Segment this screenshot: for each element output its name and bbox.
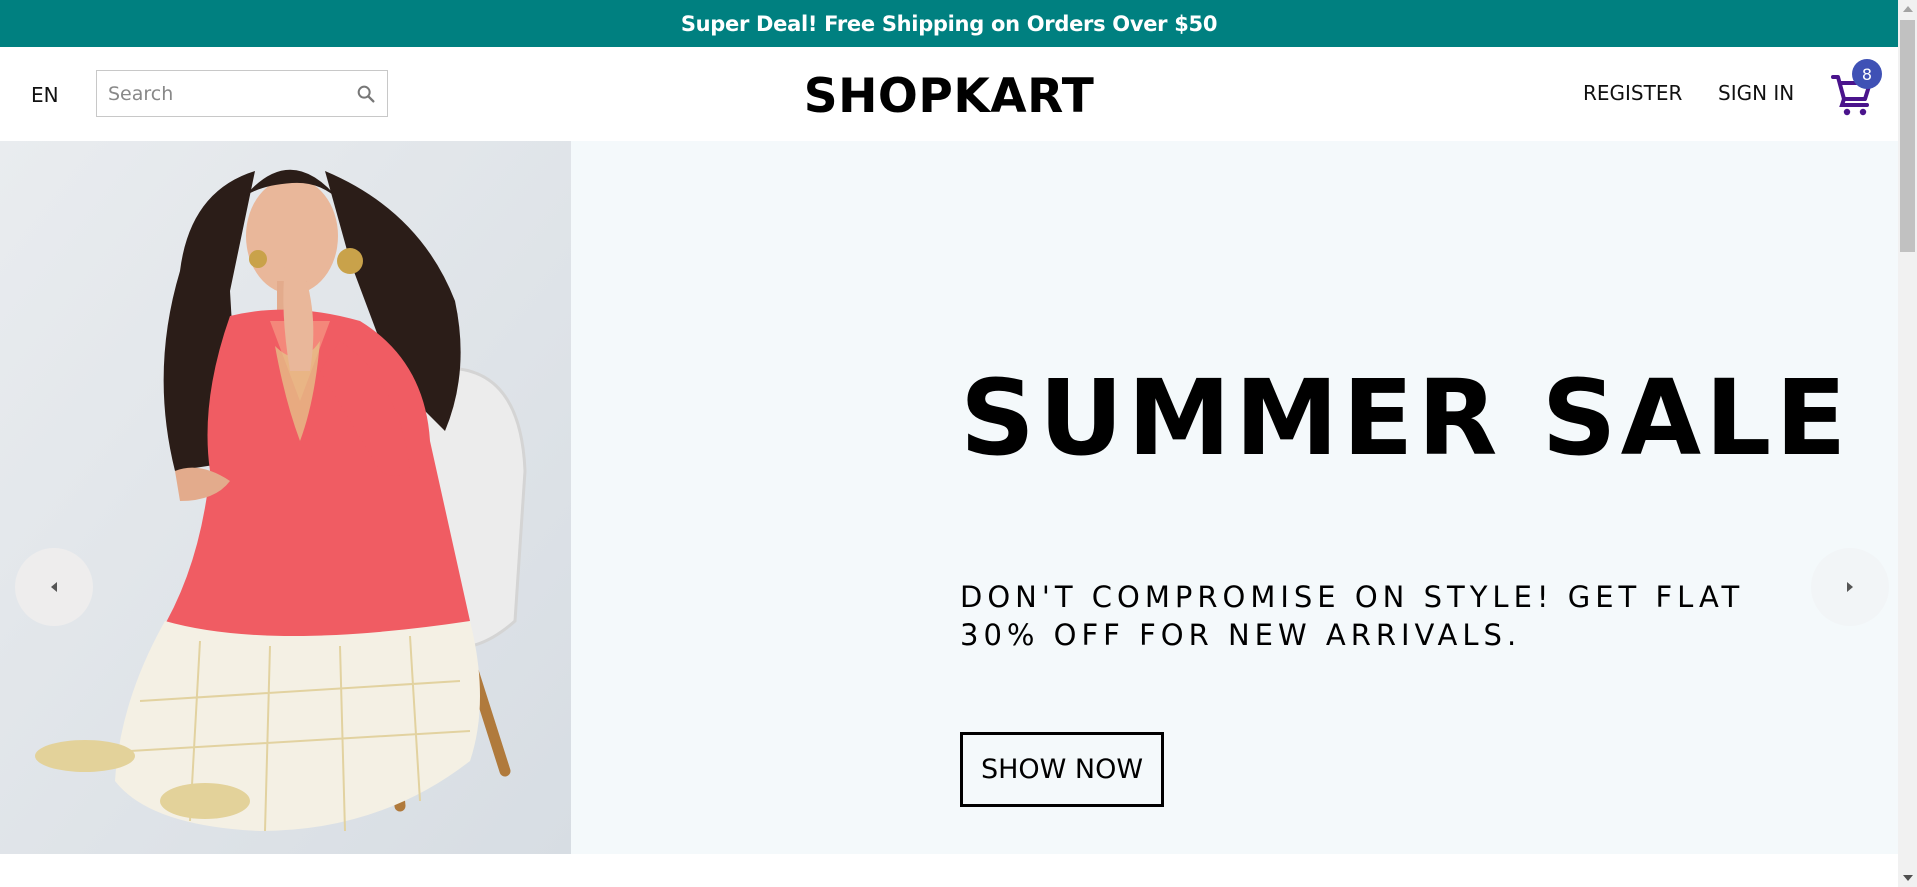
arrow-left-icon: [51, 582, 57, 592]
announcement-text: Super Deal! Free Shipping on Orders Over…: [680, 11, 1218, 36]
scroll-down-arrow-icon[interactable]: [1903, 875, 1913, 881]
hero-slider: SUMMER SALE DON'T COMPROMISE ON STYLE! G…: [0, 141, 1898, 854]
navbar: EN SHOPKART REGISTER SIGN IN 8: [0, 47, 1898, 141]
cart-count-badge: 8: [1852, 59, 1882, 89]
language-selector[interactable]: EN: [31, 83, 59, 107]
search-input[interactable]: [108, 73, 348, 114]
hero-image: [0, 141, 571, 854]
arrow-right-icon: [1847, 582, 1853, 592]
show-now-button[interactable]: SHOW NOW: [960, 732, 1164, 807]
hero-description: DON'T COMPROMISE ON STYLE! GET FLAT 30% …: [960, 580, 1745, 652]
page-scrollbar[interactable]: [1898, 0, 1917, 887]
announcement-bar: Super Deal! Free Shipping on Orders Over…: [0, 0, 1898, 47]
scrollbar-thumb[interactable]: [1900, 20, 1915, 252]
hero-model-illustration: [0, 141, 571, 854]
sign-in-link[interactable]: SIGN IN: [1718, 81, 1794, 105]
hero-title: SUMMER SALE: [960, 357, 1851, 479]
search-icon[interactable]: [355, 83, 377, 105]
slider-next-button[interactable]: [1811, 548, 1889, 626]
slider-prev-button[interactable]: [15, 548, 93, 626]
search-box: [96, 70, 388, 117]
register-link[interactable]: REGISTER: [1583, 81, 1682, 105]
scroll-up-arrow-icon[interactable]: [1903, 6, 1913, 12]
site-logo[interactable]: SHOPKART: [804, 69, 1095, 124]
